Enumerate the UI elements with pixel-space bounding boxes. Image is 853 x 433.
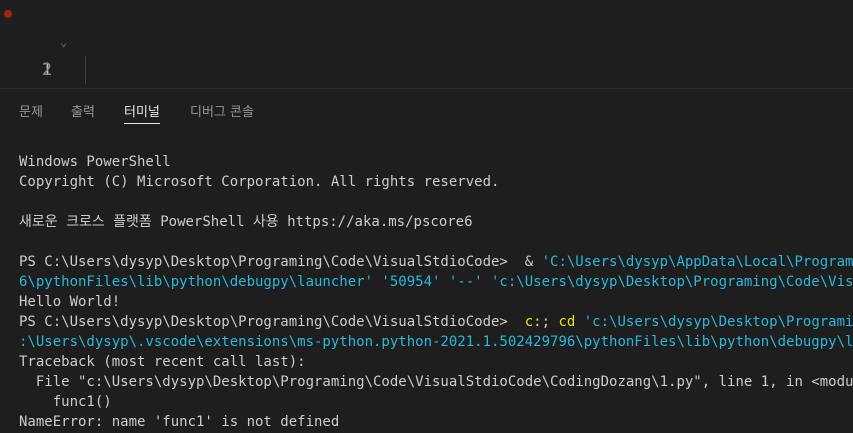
code-line-3[interactable]: 3 print("Hello World!"): [0, 56, 853, 84]
tab-terminal[interactable]: 터미널: [124, 101, 160, 124]
terminal-line: NameError: name 'func1' is not defined: [19, 412, 853, 432]
terminal-text: cd: [558, 314, 576, 330]
code-line-1[interactable]: 1 func1(): [0, 0, 853, 80]
terminal-text: Copyright (C) Microsoft Corporation. All…: [19, 174, 500, 190]
tab-label: 디버그 콘솔: [190, 105, 254, 120]
code-editor[interactable]: 1 func1() 2 ⌄ def func1(): 3 print("Hell…: [0, 0, 853, 88]
breakpoint-icon[interactable]: [4, 10, 12, 18]
terminal-text: 'c:\Users\dysyp\Desktop\Programing\Cod: [583, 314, 853, 330]
terminal-text: File "c:\Users\dysyp\Desktop\Programing\…: [19, 374, 853, 390]
terminal-text: 6\pythonFiles\lib\python\debugpy\launche…: [19, 274, 853, 290]
tab-debug-console[interactable]: 디버그 콘솔: [190, 101, 254, 120]
terminal-text: ;: [541, 314, 559, 330]
tab-label: 문제: [19, 105, 43, 120]
tab-problems[interactable]: 문제: [19, 101, 43, 120]
terminal-line: func1(): [19, 392, 853, 412]
tab-label: 터미널: [124, 105, 160, 120]
terminal-line: Copyright (C) Microsoft Corporation. All…: [19, 172, 853, 192]
terminal-line: PS C:\Users\dysyp\Desktop\Programing\Cod…: [19, 252, 853, 272]
chevron-down-icon[interactable]: ⌄: [60, 28, 67, 56]
terminal-text: :\Users\dysyp\.vscode\extensions\ms-pyth…: [19, 334, 853, 350]
terminal-line: PS C:\Users\dysyp\Desktop\Programing\Cod…: [19, 312, 853, 332]
terminal-text: NameError: name 'func1' is not defined: [19, 414, 340, 430]
terminal-text: func1(): [19, 394, 112, 410]
indent-guide: [85, 56, 86, 84]
terminal-text: Hello World!: [19, 294, 121, 310]
terminal-line: Traceback (most recent call last):: [19, 352, 853, 372]
code-line-2[interactable]: 2 ⌄ def func1():: [0, 28, 853, 80]
terminal-text: c:: [524, 314, 542, 330]
terminal-text: PS C:\Users\dysyp\Desktop\Programing\Cod…: [19, 254, 542, 270]
terminal-line: Hello World!: [19, 292, 853, 312]
terminal-text: 'C:\Users\dysyp\AppData\Local\Programs\P…: [541, 254, 853, 270]
tab-label: 출력: [71, 105, 95, 120]
terminal-text: Traceback (most recent call last):: [19, 354, 306, 370]
terminal-line: :\Users\dysyp\.vscode\extensions\ms-pyth…: [19, 332, 853, 352]
terminal-text: PS C:\Users\dysyp\Desktop\Programing\Cod…: [19, 314, 525, 330]
terminal-text: 새로운 크로스 플랫폼 PowerShell 사용 https://aka.ms…: [19, 214, 473, 230]
terminal-output[interactable]: Windows PowerShell Copyright (C) Microsof…: [19, 152, 853, 433]
terminal-line: File "c:\Users\dysyp\Desktop\Programing\…: [19, 372, 853, 392]
active-tab-indicator: [124, 123, 160, 124]
panel-tabs: 문제 출력 터미널 디버그 콘솔: [0, 89, 853, 135]
terminal-line: 6\pythonFiles\lib\python\debugpy\launche…: [19, 272, 853, 292]
terminal-line: 새로운 크로스 플랫폼 PowerShell 사용 https://aka.ms…: [19, 212, 853, 232]
terminal-text: Windows PowerShell: [19, 154, 171, 170]
tab-output[interactable]: 출력: [71, 101, 95, 120]
terminal-line: Windows PowerShell: [19, 152, 853, 172]
bottom-panel: 문제 출력 터미널 디버그 콘솔 Windows PowerShell Copyr…: [0, 88, 853, 433]
